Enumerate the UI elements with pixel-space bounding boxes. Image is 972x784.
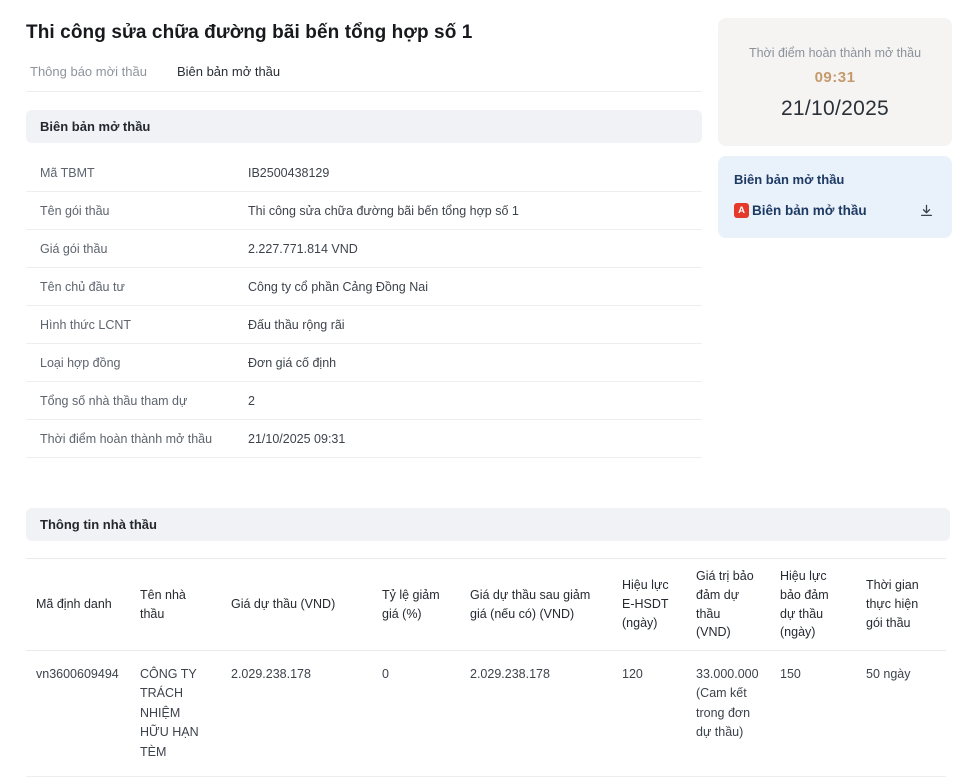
document-file-row: A Biên bản mở thầu: [734, 200, 936, 220]
detail-label: Loại hợp đồng: [40, 355, 121, 370]
detail-row-ma-tbmt: Mã TBMT IB2500438129: [26, 154, 702, 192]
download-icon[interactable]: [916, 200, 936, 220]
completion-time-card: Thời điểm hoàn thành mở thầu 09:31 21/10…: [718, 18, 952, 146]
cell-ma-dinh-danh: vn3600609494: [36, 667, 119, 681]
detail-row-ten-chu-dau-tu: Tên chủ đầu tư Công ty cổ phần Cảng Đồng…: [26, 268, 702, 306]
cell-hieu-luc-bao-dam: 150: [770, 777, 856, 784]
detail-value: Đấu thầu rộng rãi: [248, 317, 345, 332]
completion-time-value: 09:31: [814, 69, 856, 86]
cell-hieu-luc-bao-dam: 150: [780, 667, 801, 681]
column-header: Giá dự thầu (VND): [231, 597, 336, 612]
column-header: Hiệu lực E-HSDT (ngày): [622, 578, 669, 630]
detail-value: 21/10/2025 09:31: [248, 431, 346, 446]
completion-date-value: 21/10/2025: [780, 97, 890, 120]
detail-row-thoi-diem-hoan-thanh: Thời điểm hoàn thành mở thầu 21/10/2025 …: [26, 420, 702, 458]
document-file-link[interactable]: Biên bản mở thầu: [752, 203, 867, 218]
completion-time-label: Thời điểm hoàn thành mở thầu: [748, 46, 922, 60]
column-header: Hiệu lực bảo đảm dự thầu (ngày): [780, 569, 829, 640]
table-row: vn3600609494 CÔNG TY TRÁCH NHIỆM HỮU HẠN…: [26, 651, 946, 777]
cell-hieu-luc-ehsdt: 120: [622, 667, 643, 681]
detail-label: Mã TBMT: [40, 165, 95, 180]
tab-bar: Thông báo mời thầu Biên bản mở thầu: [26, 64, 702, 92]
main-column: Thi công sửa chữa đường bãi bến tổng hợp…: [26, 0, 702, 458]
cell-gia-sau-giam: 2.105.373.914: [460, 777, 612, 784]
detail-label: Thời điểm hoàn thành mở thầu: [40, 431, 213, 446]
detail-row-tong-so-nha-thau: Tổng số nhà thầu tham dự 2: [26, 382, 702, 420]
record-detail-list: Mã TBMT IB2500438129 Tên gói thầu Thi cô…: [26, 154, 702, 458]
record-section-header: Biên bản mở thầu: [26, 110, 702, 143]
cell-thoi-gian-thuc-hien: 50 ngày: [866, 667, 911, 681]
detail-row-gia-goi-thau: Giá gói thầu 2.227.771.814 VND: [26, 230, 702, 268]
detail-label: Hình thức LCNT: [40, 317, 132, 332]
cell-ty-le-giam-gia: 0: [372, 777, 460, 784]
column-header: Thời gian thực hiện gói thầu: [866, 578, 919, 630]
detail-value: Công ty cổ phần Cảng Đồng Nai: [248, 279, 428, 294]
detail-label: Tên gói thầu: [40, 203, 110, 218]
contractors-table-header-row: Mã định danh Tên nhà thầu Giá dự thầu (V…: [26, 558, 946, 651]
sidebar: Thời điểm hoàn thành mở thầu 09:31 21/10…: [718, 18, 952, 238]
detail-label: Tổng số nhà thầu tham dự: [40, 393, 188, 408]
table-row: vn0313335533 CÔNG TY CỔ PHẦN XÂY DỰNG QU…: [26, 777, 946, 784]
detail-value: Thi công sửa chữa đường bãi bến tổng hợp…: [248, 203, 519, 218]
detail-value: 2: [248, 393, 255, 408]
column-header: Giá trị bảo đảm dự thầu (VND): [696, 569, 754, 640]
cell-ma-dinh-danh: vn0313335533: [26, 777, 130, 784]
page-title: Thi công sửa chữa đường bãi bến tổng hợp…: [26, 22, 473, 43]
column-header: Giá dự thầu sau giảm giá (nếu có) (VND): [470, 587, 591, 621]
detail-label: Tên chủ đầu tư: [40, 279, 125, 294]
cell-thoi-gian-thuc-hien: 50 ngày: [856, 777, 946, 784]
cell-bao-dam-du-thau: 33.000.000 (Cam kết trong đơn dự thầu): [696, 667, 759, 740]
contractors-section-header: Thông tin nhà thầu: [26, 508, 950, 541]
document-card: Biên bản mở thầu A Biên bản mở thầu: [718, 156, 952, 238]
detail-value: IB2500438129: [248, 165, 330, 180]
column-header: Mã định danh: [36, 597, 112, 612]
pdf-file-icon: A: [734, 202, 749, 218]
tab-thong-bao-moi-thau[interactable]: Thông báo mời thầu: [30, 64, 147, 79]
cell-gia-du-thau: 2.105.373.914: [221, 777, 372, 784]
column-header: Tỷ lệ giảm giá (%): [382, 587, 440, 621]
detail-row-hinh-thuc-lcnt: Hình thức LCNT Đấu thầu rộng rãi: [26, 306, 702, 344]
detail-label: Giá gói thầu: [40, 241, 108, 256]
cell-ty-le-giam-gia: 0: [382, 667, 389, 681]
contractors-section: Thông tin nhà thầu Mã định danh Tên nhà …: [26, 490, 950, 784]
document-card-title: Biên bản mở thầu: [734, 172, 845, 187]
cell-hieu-luc-ehsdt: 120: [612, 777, 686, 784]
column-header: Tên nhà thầu: [140, 587, 186, 621]
detail-row-loai-hop-dong: Loại hợp đồng Đơn giá cố định: [26, 344, 702, 382]
detail-row-ten-goi-thau: Tên gói thầu Thi công sửa chữa đường bãi…: [26, 192, 702, 230]
tab-bien-ban-mo-thau[interactable]: Biên bản mở thầu: [177, 64, 280, 79]
detail-value: 2.227.771.814 VND: [248, 241, 358, 256]
cell-ten-nha-thau: CÔNG TY TRÁCH NHIỆM HỮU HẠN TÈM: [140, 667, 199, 759]
cell-gia-sau-giam: 2.029.238.178: [470, 667, 550, 681]
cell-ten-nha-thau: CÔNG TY CỔ PHẦN XÂY DỰNG QUÝ LỘC: [130, 777, 221, 784]
detail-value: Đơn giá cố định: [248, 355, 337, 370]
tender-detail-page: Thi công sửa chữa đường bãi bến tổng hợp…: [0, 0, 972, 784]
cell-bao-dam-du-thau: 33.000.000 (Cam kết trong đơn dự thầu): [686, 777, 770, 784]
cell-gia-du-thau: 2.029.238.178: [231, 667, 311, 681]
contractors-table: Mã định danh Tên nhà thầu Giá dự thầu (V…: [26, 558, 946, 784]
